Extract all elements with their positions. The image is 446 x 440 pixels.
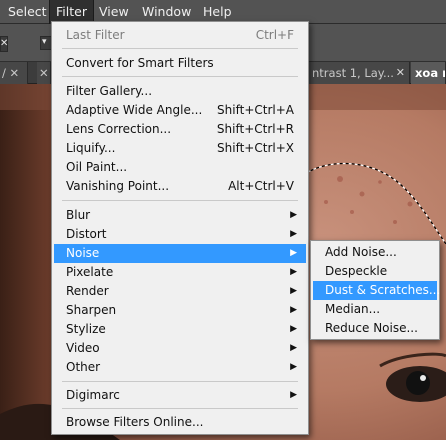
menu-item-label: Browse Filters Online...	[66, 415, 204, 429]
close-icon[interactable]: ✕	[396, 62, 405, 84]
menu-item-label: Render	[66, 284, 109, 298]
menu-item-label: Stylize	[66, 322, 106, 336]
submenu-arrow-icon: ▶	[290, 286, 297, 296]
menu-item-despeckle[interactable]: Despeckle	[313, 262, 437, 281]
menu-item-label: Add Noise...	[325, 245, 397, 259]
menu-item-label: Lens Correction...	[66, 122, 172, 136]
submenu-arrow-icon: ▶	[290, 210, 297, 220]
menu-item-label: Digimarc	[66, 388, 120, 402]
menu-item-video[interactable]: Video ▶	[54, 339, 306, 358]
menu-separator	[62, 200, 298, 201]
menu-item-liquify[interactable]: Liquify... Shift+Ctrl+X	[54, 139, 306, 158]
tab-label: ntrast 1, Lay...	[312, 66, 394, 80]
menu-item-label: Last Filter	[66, 28, 125, 42]
submenu-arrow-icon: ▶	[290, 390, 297, 400]
menu-item-shortcut: Ctrl+F	[255, 28, 294, 42]
menu-item-stylize[interactable]: Stylize ▶	[54, 320, 306, 339]
menu-item-sharpen[interactable]: Sharpen ▶	[54, 301, 306, 320]
chevron-down-icon: ▾	[42, 37, 47, 47]
submenu-arrow-icon: ▶	[290, 248, 297, 258]
menu-item-label: Oil Paint...	[66, 160, 128, 174]
menu-item-shortcut: Shift+Ctrl+X	[217, 141, 294, 155]
close-icon: ✕	[39, 66, 49, 80]
menu-separator	[62, 408, 298, 409]
menu-item-reduce-noise[interactable]: Reduce Noise...	[313, 319, 437, 338]
document-tab-active[interactable]: xoa m	[411, 62, 446, 84]
menu-item-digimarc[interactable]: Digimarc ▶	[54, 386, 306, 405]
menu-item-last-filter: Last Filter Ctrl+F	[54, 26, 306, 45]
menu-item-label: Other	[66, 360, 101, 374]
menu-item-label: Median...	[325, 302, 381, 316]
menu-item-oil-paint[interactable]: Oil Paint...	[54, 158, 306, 177]
menu-item-label: Pixelate	[66, 265, 114, 279]
menu-item-label: Noise	[66, 246, 100, 260]
menu-item-vanishing-point[interactable]: Vanishing Point... Alt+Ctrl+V	[54, 177, 306, 196]
menu-item-label: Despeckle	[325, 264, 388, 278]
menu-item-label: Adaptive Wide Angle...	[66, 103, 203, 117]
document-tab[interactable]: / ✕	[0, 62, 28, 84]
menu-item-convert-for-smart-filters[interactable]: Convert for Smart Filters	[54, 54, 306, 73]
tab-label: / ✕	[2, 66, 20, 80]
submenu-arrow-icon: ▶	[290, 343, 297, 353]
menu-item-lens-correction[interactable]: Lens Correction... Shift+Ctrl+R	[54, 120, 306, 139]
menu-item-shortcut: Shift+Ctrl+R	[216, 122, 294, 136]
menu-item-label: Distort	[66, 227, 107, 241]
submenu-arrow-icon: ▶	[290, 267, 297, 277]
menu-separator	[62, 381, 298, 382]
menu-item-median[interactable]: Median...	[313, 300, 437, 319]
menu-item-label: Vanishing Point...	[66, 179, 170, 193]
menu-item-blur[interactable]: Blur ▶	[54, 206, 306, 225]
menu-item-dust-and-scratches[interactable]: Dust & Scratches...	[313, 281, 441, 300]
submenu-arrow-icon: ▶	[290, 229, 297, 239]
menu-item-shortcut: Alt+Ctrl+V	[228, 179, 294, 193]
menu-separator	[62, 48, 298, 49]
document-tab[interactable]: ntrast 1, Lay... ✕	[300, 62, 410, 84]
submenu-arrow-icon: ▶	[290, 362, 297, 372]
menu-item-label: Reduce Noise...	[325, 321, 418, 335]
menu-item-add-noise[interactable]: Add Noise...	[313, 243, 437, 262]
menu-item-label: Sharpen	[66, 303, 117, 317]
menu-item-pixelate[interactable]: Pixelate ▶	[54, 263, 306, 282]
menu-item-label: Blur	[66, 208, 91, 222]
submenu-arrow-icon: ▶	[290, 324, 297, 334]
menu-item-label: Filter Gallery...	[66, 84, 153, 98]
menu-item-adaptive-wide-angle[interactable]: Adaptive Wide Angle... Shift+Ctrl+A	[54, 101, 306, 120]
menu-item-label: Liquify...	[66, 141, 116, 155]
filter-menu: Last Filter Ctrl+F Convert for Smart Fil…	[51, 21, 309, 435]
menu-item-browse-filters-online[interactable]: Browse Filters Online...	[54, 413, 306, 432]
menu-item-filter-gallery[interactable]: Filter Gallery...	[54, 82, 306, 101]
tab-label: xoa m	[415, 66, 445, 80]
menu-item-label: Video	[66, 341, 100, 355]
document-tab-close[interactable]: ✕	[37, 62, 51, 84]
menu-item-label: Convert for Smart Filters	[66, 56, 214, 70]
menu-select[interactable]: Select	[2, 0, 53, 24]
submenu-arrow-icon: ▶	[290, 305, 297, 315]
menu-item-other[interactable]: Other ▶	[54, 358, 306, 377]
x-icon: ✕	[0, 38, 9, 49]
noise-submenu: Add Noise... Despeckle Dust & Scratches.…	[310, 240, 440, 340]
menu-item-distort[interactable]: Distort ▶	[54, 225, 306, 244]
menu-item-render[interactable]: Render ▶	[54, 282, 306, 301]
menu-item-shortcut: Shift+Ctrl+A	[217, 103, 294, 117]
menu-item-label: Dust & Scratches...	[325, 283, 441, 297]
menu-separator	[62, 76, 298, 77]
menu-item-noise[interactable]: Noise ▶	[54, 244, 306, 263]
